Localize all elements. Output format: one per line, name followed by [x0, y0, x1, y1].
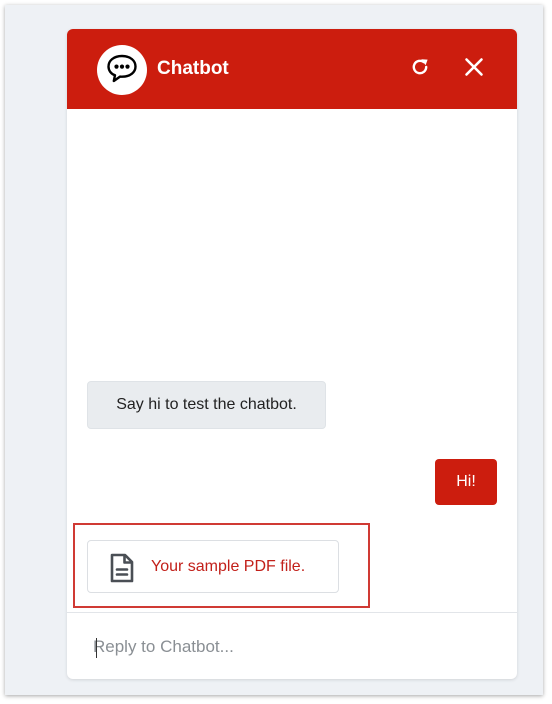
reply-input[interactable] [93, 629, 493, 665]
close-button[interactable] [460, 55, 488, 83]
close-icon [464, 57, 484, 82]
user-message: Hi! [435, 459, 497, 505]
bot-avatar [97, 45, 147, 95]
attachment-label: Your sample PDF file. [151, 558, 306, 575]
chat-header: Chatbot [67, 29, 517, 109]
refresh-icon [409, 56, 431, 83]
pdf-attachment-link[interactable]: Your sample PDF file. [87, 540, 339, 593]
composer-divider [67, 612, 517, 613]
document-icon [109, 553, 135, 588]
speech-bubble-icon [105, 51, 139, 90]
bot-message: Say hi to test the chatbot. [87, 381, 326, 429]
chat-title: Chatbot [157, 58, 229, 79]
refresh-button[interactable] [406, 55, 434, 83]
text-caret [96, 638, 97, 658]
chat-widget: Chatbot Say hi to test the chatbot. Hi! [67, 29, 517, 679]
